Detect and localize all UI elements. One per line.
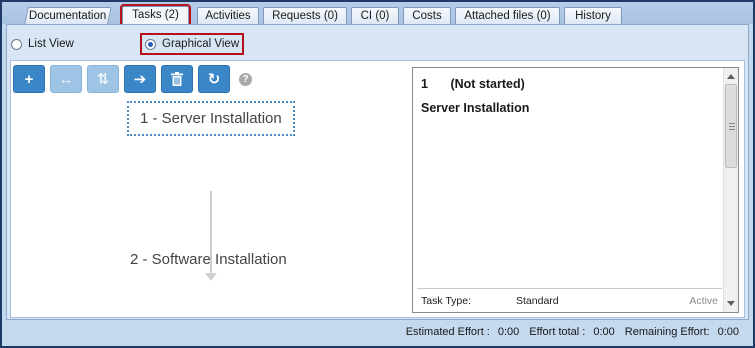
grip-line <box>729 126 735 127</box>
tab-tasks[interactable]: Tasks (2) <box>120 4 191 27</box>
task-type-label: Task Type: <box>421 295 471 307</box>
scroll-down-icon[interactable] <box>727 301 735 306</box>
task-type-value: Standard <box>516 295 559 307</box>
refresh-icon: ↻ <box>207 71 221 88</box>
detail-scrollbar[interactable] <box>723 68 738 312</box>
radio-unchecked-icon <box>11 38 22 50</box>
list-view-radio[interactable]: List View <box>11 38 74 50</box>
grip-line <box>729 129 735 130</box>
tasks-panel: List View Graphical View + ↔ ⇅ ➔ ↻ ? 1 -… <box>6 24 749 320</box>
radio-checked-icon <box>145 38 156 50</box>
graph-workspace: + ↔ ⇅ ➔ ↻ ? 1 - Server Installation 2 - … <box>10 60 745 318</box>
tab-bar: Documentation Tasks (2) Activities Reque… <box>2 2 753 27</box>
tab-documentation[interactable]: Documentation <box>24 7 112 24</box>
delete-button[interactable] <box>161 65 193 93</box>
grip-line <box>729 123 735 124</box>
task-number: 1 <box>421 77 428 91</box>
node-label: 1 - Server Installation <box>140 110 282 127</box>
remaining-effort: Remaining Effort: 0:00 <box>624 326 739 338</box>
estimated-effort: Estimated Effort : 0:00 <box>405 326 520 338</box>
add-task-button[interactable]: + <box>13 65 45 93</box>
graph-node[interactable]: 2 - Software Installation <box>130 251 287 268</box>
scroll-up-icon[interactable] <box>727 74 735 79</box>
tab-requests[interactable]: Requests (0) <box>263 7 347 24</box>
view-switcher: List View Graphical View <box>7 25 748 61</box>
arrow-right-icon: ➔ <box>133 71 147 88</box>
graph-node[interactable]: 1 - Server Installation <box>127 101 295 136</box>
task-detail-header: 1 (Not started) <box>421 77 525 91</box>
task-detail-panel: 1 (Not started) Server Installation Task… <box>412 67 739 313</box>
task-title: Server Installation <box>421 101 530 115</box>
arrow-down-icon <box>205 273 217 281</box>
move-vertical-icon: ⇅ <box>96 71 110 88</box>
tab-attached-files[interactable]: Attached files (0) <box>455 7 560 24</box>
graphical-view-radio[interactable]: Graphical View <box>139 33 245 55</box>
tab-ci[interactable]: CI (0) <box>351 7 399 24</box>
task-state: Active <box>689 295 718 307</box>
go-button[interactable]: ➔ <box>124 65 156 93</box>
divider <box>417 288 722 289</box>
graphical-view-label: Graphical View <box>162 38 240 50</box>
status-bar: Estimated Effort : 0:00 Effort total : 0… <box>4 322 751 342</box>
refresh-button[interactable]: ↻ <box>198 65 230 93</box>
window-frame: Documentation Tasks (2) Activities Reque… <box>0 0 755 348</box>
graph-toolbar: + ↔ ⇅ ➔ ↻ ? <box>13 64 252 94</box>
tab-costs[interactable]: Costs <box>403 7 451 24</box>
scroll-thumb[interactable] <box>725 84 737 168</box>
node-label: 2 - Software Installation <box>130 251 287 268</box>
help-icon[interactable]: ? <box>239 72 252 86</box>
tab-history[interactable]: History <box>564 7 622 24</box>
add-icon: + <box>24 70 34 88</box>
list-view-label: List View <box>28 38 74 50</box>
move-horizontal-button[interactable]: ↔ <box>50 65 82 93</box>
move-horizontal-icon: ↔ <box>58 70 74 88</box>
task-status: (Not started) <box>450 77 525 91</box>
move-vertical-button[interactable]: ⇅ <box>87 65 119 93</box>
effort-total: Effort total : 0:00 <box>529 326 615 338</box>
tab-activities[interactable]: Activities <box>197 7 259 24</box>
task-detail-footer: Task Type: Standard Active <box>421 295 718 307</box>
trash-icon <box>171 72 183 86</box>
